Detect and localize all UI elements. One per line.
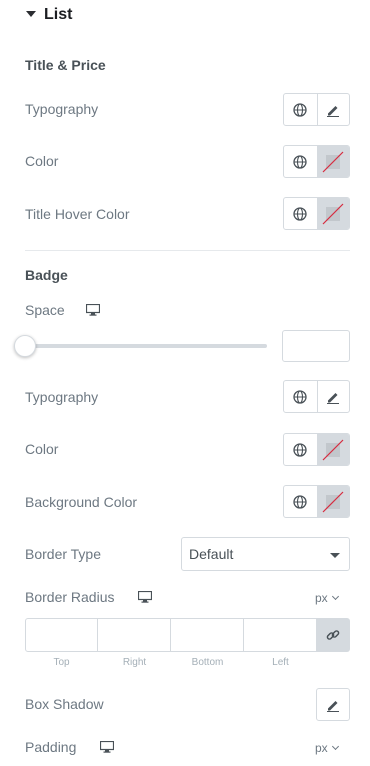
box-shadow-label: Box Shadow <box>25 696 104 712</box>
badge-color-control <box>283 433 350 466</box>
dimension-right-input[interactable] <box>98 618 171 652</box>
globe-icon <box>293 206 307 221</box>
unit-value: px <box>315 591 328 605</box>
global-typography-button[interactable] <box>284 381 317 412</box>
link-values-button[interactable] <box>317 618 350 652</box>
chevron-down-icon <box>331 742 339 751</box>
color-swatch-button[interactable] <box>316 198 349 229</box>
desktop-icon[interactable] <box>138 591 152 603</box>
chevron-down-icon <box>330 553 340 558</box>
desktop-icon[interactable] <box>86 304 100 316</box>
dimension-label: Top <box>53 657 70 668</box>
badge-background-color-control <box>283 485 350 518</box>
border-radius-unit-select[interactable]: px <box>315 591 339 605</box>
badge-color-label: Color <box>25 441 59 457</box>
space-number-input[interactable] <box>282 330 350 362</box>
edit-typography-button[interactable] <box>316 381 350 412</box>
no-color-icon <box>322 203 344 224</box>
global-color-button[interactable] <box>284 434 317 465</box>
edit-box-shadow-button[interactable] <box>316 688 350 721</box>
title-typography-control <box>283 93 350 126</box>
dimension-label: Left <box>272 657 289 668</box>
dimension-label: Right <box>122 657 147 668</box>
globe-icon <box>293 389 307 404</box>
border-type-label: Border Type <box>25 546 102 562</box>
color-swatch-button[interactable] <box>316 434 349 465</box>
title-typography-label: Typography <box>25 101 99 117</box>
globe-icon <box>293 154 307 169</box>
space-slider-handle[interactable] <box>14 335 36 357</box>
globe-icon <box>293 102 307 117</box>
border-type-select[interactable]: Default <box>181 537 350 571</box>
badge-typography-label: Typography <box>25 389 99 405</box>
padding-unit-select[interactable]: px <box>315 741 339 755</box>
title-color-control <box>283 145 350 178</box>
dimension-left-input[interactable] <box>244 618 317 652</box>
unit-value: px <box>315 741 328 755</box>
global-color-button[interactable] <box>284 146 317 177</box>
no-color-icon <box>322 151 344 172</box>
border-type-value: Default <box>189 546 234 562</box>
pencil-icon <box>327 392 340 404</box>
badge-background-color-label: Background Color <box>25 494 138 510</box>
global-typography-button[interactable] <box>284 94 317 125</box>
space-slider-track[interactable] <box>25 344 267 348</box>
heading-title-price: Title & Price <box>25 57 106 73</box>
space-label: Space <box>25 302 65 318</box>
dimension-label: Bottom <box>191 657 224 668</box>
globe-icon <box>293 442 307 457</box>
color-swatch-button[interactable] <box>316 486 349 517</box>
chevron-down-icon <box>331 592 339 601</box>
border-radius-label: Border Radius <box>25 589 115 605</box>
section-header-list[interactable]: List <box>0 0 370 34</box>
heading-badge: Badge <box>25 267 68 283</box>
padding-label: Padding <box>25 739 77 755</box>
link-icon <box>326 630 340 640</box>
pencil-icon <box>327 105 340 117</box>
section-title: List <box>44 6 73 23</box>
color-swatch-button[interactable] <box>316 146 349 177</box>
global-color-button[interactable] <box>284 486 317 517</box>
edit-typography-button[interactable] <box>316 94 350 125</box>
caret-down-icon <box>26 11 36 17</box>
no-color-icon <box>322 439 344 460</box>
badge-typography-control <box>283 380 350 413</box>
section-divider <box>25 250 350 251</box>
global-color-button[interactable] <box>284 198 317 229</box>
border-radius-dimensions <box>25 618 350 652</box>
dimension-top-input[interactable] <box>25 618 98 652</box>
dimension-bottom-input[interactable] <box>171 618 244 652</box>
globe-icon <box>293 494 307 509</box>
title-color-label: Color <box>25 153 59 169</box>
title-hover-color-control <box>283 197 350 230</box>
pencil-icon <box>327 700 339 712</box>
title-hover-color-label: Title Hover Color <box>25 206 130 222</box>
desktop-icon[interactable] <box>100 741 114 753</box>
no-color-icon <box>322 491 344 512</box>
